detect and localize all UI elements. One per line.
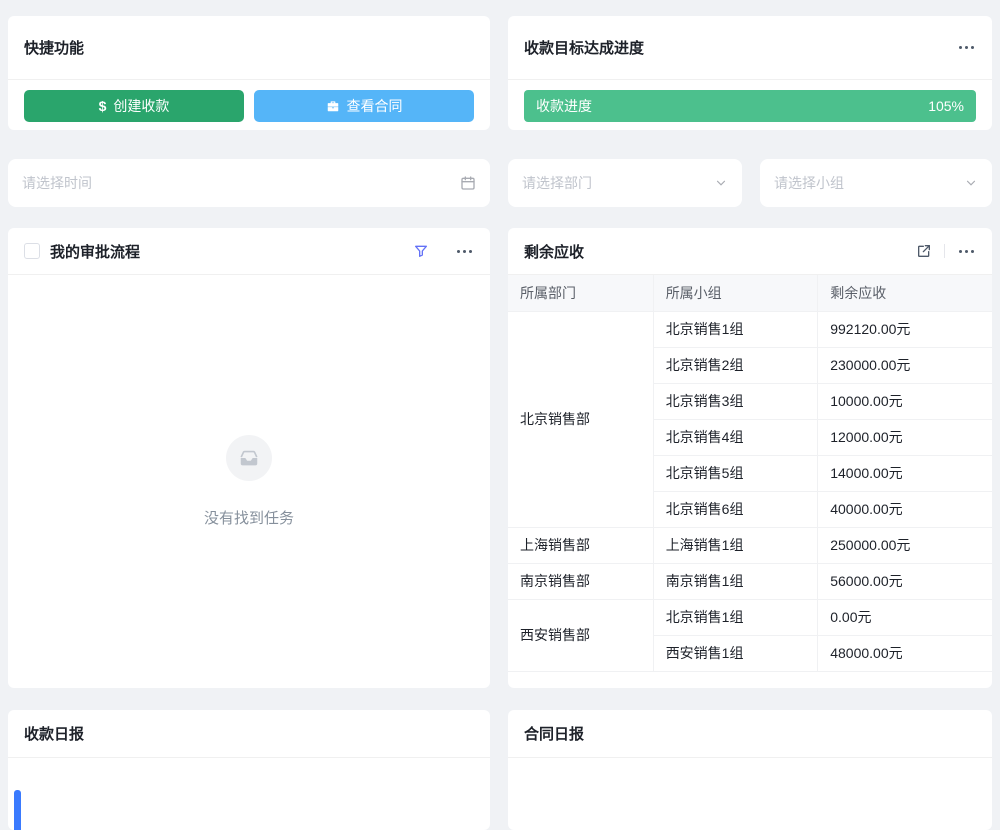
approval-title: 我的审批流程 [50,241,140,262]
table-row: 上海销售部上海销售1组250000.00元 [508,527,992,563]
department-cell: 上海销售部 [508,527,653,563]
chart-fragment [14,790,21,830]
department-cell: 南京销售部 [508,563,653,599]
group-select-input[interactable] [774,175,964,191]
progress-body: 收款进度 105% [508,80,992,122]
department-cell: 北京销售部 [508,311,653,527]
time-select-input[interactable] [22,175,460,191]
receivables-table: 所属部门 所属小组 剩余应收 北京销售部北京销售1组992120.00元北京销售… [508,275,992,672]
department-cell: 西安销售部 [508,599,653,671]
empty-inbox-icon [226,435,272,481]
quick-actions-card: 快捷功能 $ 创建收款 查看合同 [8,16,490,130]
contract-daily-header: 合同日报 [508,710,992,758]
amount-cell: 56000.00元 [818,563,992,599]
amount-cell: 14000.00元 [818,455,992,491]
progress-header: 收款目标达成进度 [508,16,992,80]
quick-actions-header: 快捷功能 [8,16,490,80]
filter-icon[interactable] [413,243,429,259]
progress-title: 收款目标达成进度 [524,37,644,58]
progress-bar: 收款进度 105% [524,90,976,122]
more-icon[interactable] [957,42,976,53]
group-cell: 北京销售6组 [653,491,818,527]
amount-cell: 40000.00元 [818,491,992,527]
contract-daily-title: 合同日报 [524,723,584,744]
amount-cell: 10000.00元 [818,383,992,419]
progress-card: 收款目标达成进度 收款进度 105% [508,16,992,130]
calendar-icon [460,175,476,191]
time-select[interactable] [8,159,490,207]
contract-daily-card: 合同日报 [508,710,992,830]
group-cell: 北京销售1组 [653,599,818,635]
approval-checkbox[interactable] [24,243,40,259]
department-select[interactable] [508,159,742,207]
more-icon[interactable] [957,246,976,257]
view-contract-button[interactable]: 查看合同 [254,90,474,122]
briefcase-icon [326,99,340,113]
payment-daily-title: 收款日报 [24,723,84,744]
payment-daily-card: 收款日报 [8,710,490,830]
create-payment-button[interactable]: $ 创建收款 [24,90,244,122]
payment-daily-header: 收款日报 [8,710,490,758]
create-payment-label: 创建收款 [113,96,169,116]
approval-empty-state: 没有找到任务 [8,275,490,688]
group-cell: 南京销售1组 [653,563,818,599]
header-divider [944,244,945,258]
amount-cell: 992120.00元 [818,311,992,347]
approval-header: 我的审批流程 [8,228,490,275]
column-amount: 剩余应收 [818,275,992,311]
quick-actions-title: 快捷功能 [24,37,84,58]
group-cell: 西安销售1组 [653,635,818,671]
dashboard: 快捷功能 $ 创建收款 查看合同 收款目标达成进度 收款进度 105% [0,0,1000,800]
group-select[interactable] [760,159,992,207]
receivables-card: 剩余应收 所属部门 所属小组 剩余应收 北京销售部北京销售1组992120.00… [508,228,992,688]
chevron-down-icon [964,176,978,190]
quick-actions-body: $ 创建收款 查看合同 [8,80,490,122]
column-department: 所属部门 [508,275,653,311]
receivables-header: 剩余应收 [508,228,992,275]
table-row: 北京销售部北京销售1组992120.00元 [508,311,992,347]
group-cell: 北京销售3组 [653,383,818,419]
amount-cell: 12000.00元 [818,419,992,455]
progress-bar-label: 收款进度 [536,96,592,116]
table-row: 西安销售部北京销售1组0.00元 [508,599,992,635]
group-cell: 上海销售1组 [653,527,818,563]
amount-cell: 48000.00元 [818,635,992,671]
amount-cell: 250000.00元 [818,527,992,563]
receivables-title: 剩余应收 [524,241,584,262]
contract-daily-body [508,758,992,830]
amount-cell: 230000.00元 [818,347,992,383]
external-link-icon[interactable] [916,243,932,259]
department-select-input[interactable] [522,175,714,191]
view-contract-label: 查看合同 [347,96,403,116]
dollar-icon: $ [99,98,107,114]
receivables-table-body: 北京销售部北京销售1组992120.00元北京销售2组230000.00元北京销… [508,311,992,671]
group-cell: 北京销售2组 [653,347,818,383]
more-icon[interactable] [455,246,474,257]
table-row: 南京销售部南京销售1组56000.00元 [508,563,992,599]
group-cell: 北京销售4组 [653,419,818,455]
empty-text: 没有找到任务 [204,507,294,528]
amount-cell: 0.00元 [818,599,992,635]
chevron-down-icon [714,176,728,190]
group-cell: 北京销售1组 [653,311,818,347]
column-group: 所属小组 [653,275,818,311]
progress-bar-value: 105% [928,98,964,114]
group-cell: 北京销售5组 [653,455,818,491]
table-header-row: 所属部门 所属小组 剩余应收 [508,275,992,311]
payment-daily-body [8,758,490,830]
approval-card: 我的审批流程 没有找到任务 [8,228,490,688]
